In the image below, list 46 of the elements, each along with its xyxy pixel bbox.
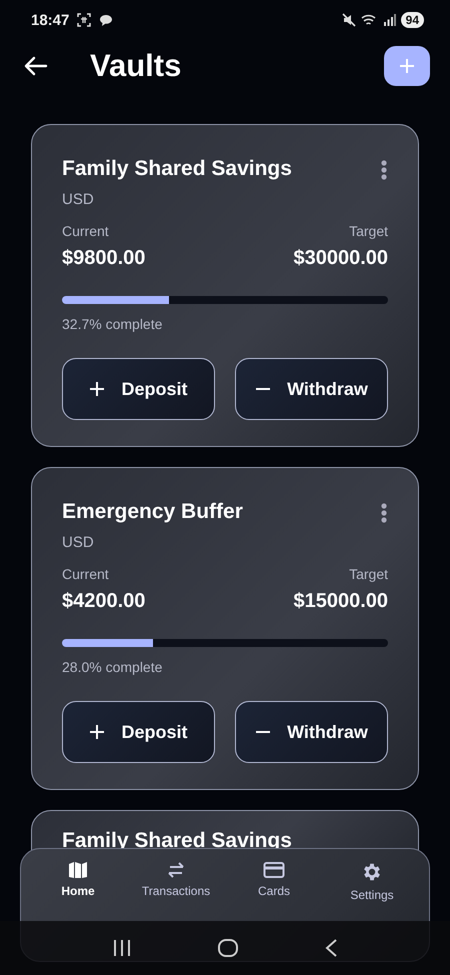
target-label: Target xyxy=(349,566,388,582)
nav-tab[interactable]: Cards xyxy=(229,861,319,898)
progress-text: 32.7% complete xyxy=(62,316,164,332)
vault-name: Family Shared Savings xyxy=(62,157,292,181)
current-amount: $9800.00 xyxy=(62,247,146,270)
current-label: Current xyxy=(62,223,110,239)
target-amount: $30000.00 xyxy=(293,247,388,270)
vault-name: Emergency Buffer xyxy=(62,500,243,524)
withdraw-button[interactable]: Withdraw xyxy=(235,701,388,763)
add-button[interactable] xyxy=(384,46,430,86)
deposit-button[interactable]: Deposit xyxy=(62,358,215,420)
withdraw-button[interactable]: Withdraw xyxy=(235,358,388,420)
current-label: Current xyxy=(62,566,110,582)
screenshot-icon xyxy=(77,13,92,27)
nav-tab[interactable]: Settings xyxy=(327,861,417,902)
back-arrow-icon[interactable] xyxy=(24,56,48,76)
signal-icon xyxy=(382,14,396,26)
more-options-icon[interactable] xyxy=(380,502,388,524)
map-icon xyxy=(68,861,88,879)
current-amount: $4200.00 xyxy=(62,590,146,613)
plus-icon xyxy=(399,58,415,74)
battery-level: 94 xyxy=(400,12,424,28)
minus-icon xyxy=(255,388,272,390)
more-options-icon[interactable] xyxy=(380,159,388,181)
deposit-button[interactable]: Deposit xyxy=(62,701,215,763)
nav-tab[interactable]: Transactions xyxy=(131,861,221,898)
progress-text: 28.0% complete xyxy=(62,659,164,675)
settings-icon xyxy=(361,861,383,883)
mute-icon xyxy=(342,13,356,27)
back-chevron-icon[interactable] xyxy=(324,938,338,958)
plus-icon xyxy=(89,381,106,397)
chat-bubble-icon xyxy=(99,14,114,26)
currency-label: USD xyxy=(62,534,95,551)
status-time: 18:47 xyxy=(31,12,70,28)
credit-card-icon xyxy=(263,861,285,879)
target-amount: $15000.00 xyxy=(293,590,388,613)
swap-arrows-icon xyxy=(166,861,186,879)
page-title: Vaults xyxy=(90,48,182,84)
recent-apps-icon[interactable] xyxy=(112,939,132,957)
plus-icon xyxy=(89,724,106,740)
target-label: Target xyxy=(349,223,388,239)
vault-name: Family Shared Savings xyxy=(62,829,292,853)
currency-label: USD xyxy=(62,191,95,208)
nav-tab[interactable]: Home xyxy=(33,861,123,898)
minus-icon xyxy=(255,731,272,733)
wifi-icon xyxy=(360,14,378,26)
